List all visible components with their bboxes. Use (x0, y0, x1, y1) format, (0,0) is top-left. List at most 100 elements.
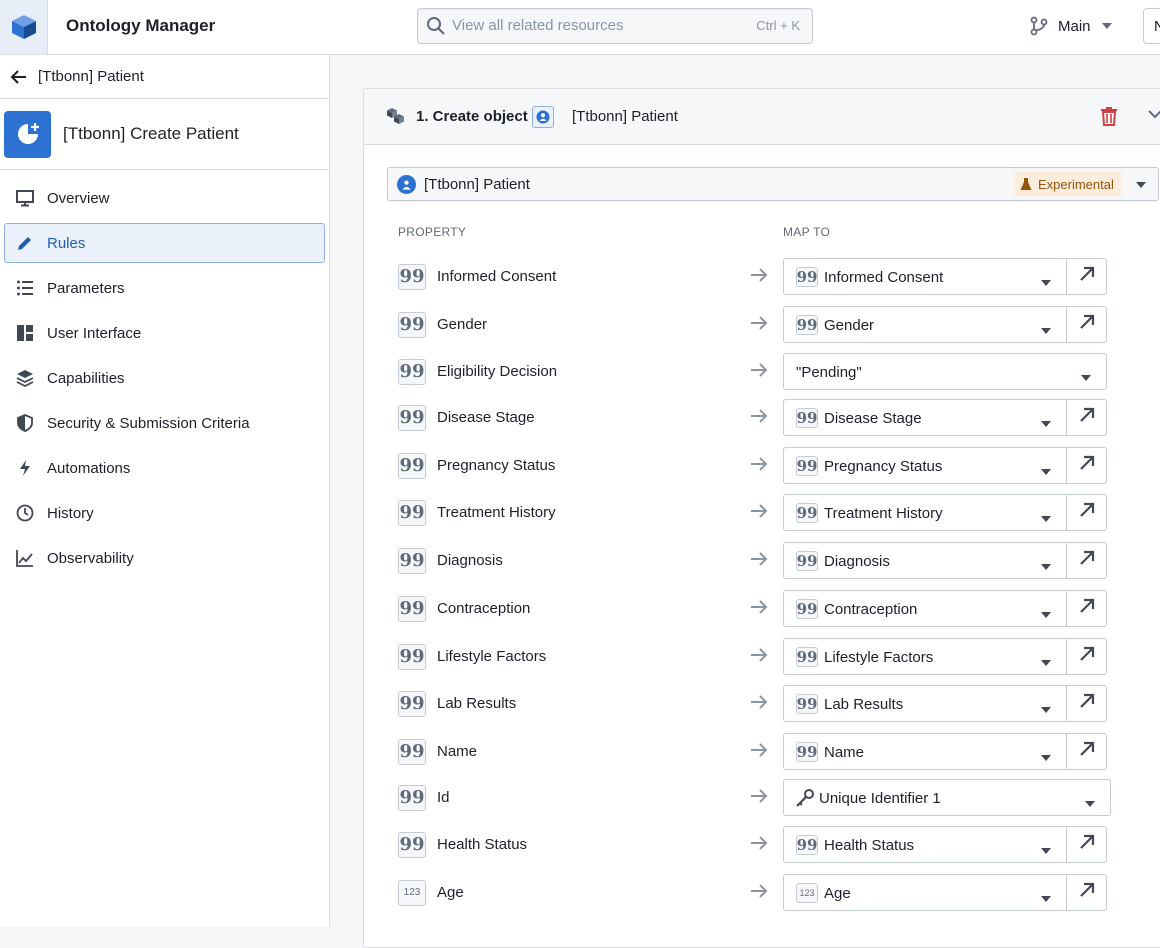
string-type-icon: 99 (398, 644, 426, 670)
map-to-select[interactable]: 99 Pregnancy Status (783, 447, 1066, 484)
arrow-up-right-icon (1079, 550, 1095, 571)
string-type-icon: 99 (796, 835, 818, 855)
property-label: Gender (437, 316, 488, 333)
arrow-right-icon (750, 457, 768, 476)
map-to-value: Gender (824, 317, 875, 334)
open-parameter-button[interactable] (1066, 733, 1107, 770)
open-parameter-button[interactable] (1066, 590, 1107, 627)
map-to-select[interactable]: 99 Contraception (783, 590, 1066, 627)
back-link[interactable]: [Ttbonn] Patient (0, 55, 329, 99)
open-parameter-button[interactable] (1066, 638, 1107, 675)
mapping-row: 99 Informed Consent 99 Informed Consent (364, 256, 1160, 296)
sidebar-item-observability[interactable]: Observability (4, 538, 325, 578)
sidebar-item-capabilities[interactable]: Capabilities (4, 358, 325, 398)
search-box[interactable]: Ctrl + K (417, 8, 813, 44)
open-parameter-button[interactable] (1066, 447, 1107, 484)
chevron-down-icon[interactable] (1148, 109, 1160, 119)
monitor-icon (16, 190, 34, 207)
sidebar-item-label: Capabilities (47, 369, 125, 387)
caret-down-icon (1040, 463, 1052, 481)
caret-down-icon (1136, 182, 1146, 188)
number-type-icon: 123 (398, 880, 426, 906)
string-type-icon: 99 (398, 548, 426, 574)
open-parameter-button[interactable] (1066, 258, 1107, 295)
sidebar-item-label: Parameters (47, 279, 125, 297)
map-to-value: Pregnancy Status (824, 458, 943, 475)
arrow-up-right-icon (1079, 834, 1095, 855)
map-to-select[interactable]: 99 Lab Results (783, 685, 1066, 722)
mapping-row: 99 Pregnancy Status 99 Pregnancy Status (364, 445, 1160, 485)
map-to-select[interactable]: 99 Informed Consent (783, 258, 1066, 295)
open-parameter-button[interactable] (1066, 685, 1107, 722)
rule-step-label: 1. Create object (416, 108, 528, 125)
open-parameter-button[interactable] (1066, 826, 1107, 863)
search-input[interactable] (452, 17, 702, 34)
string-type-icon: 99 (398, 312, 426, 338)
string-type-icon: 99 (398, 405, 426, 431)
branch-label: Main (1058, 17, 1091, 35)
action-title: [Ttbonn] Create Patient (63, 124, 239, 143)
search-shortcut: Ctrl + K (756, 18, 800, 33)
map-to-select[interactable]: Unique Identifier 1 (783, 779, 1111, 816)
map-to-select[interactable]: 99 Gender (783, 306, 1066, 343)
arrow-right-icon (750, 552, 768, 571)
open-parameter-button[interactable] (1066, 874, 1107, 911)
sidebar-item-history[interactable]: History (4, 493, 325, 533)
column-header-property: PROPERTY (398, 225, 467, 239)
map-to-value: Lab Results (824, 696, 904, 713)
trash-icon[interactable] (1100, 106, 1118, 126)
app-logo[interactable] (0, 0, 48, 54)
property-label: Lifestyle Factors (437, 648, 547, 665)
map-to-select[interactable]: 99 Disease Stage (783, 399, 1066, 436)
arrow-up-right-icon (1079, 646, 1095, 667)
map-to-select[interactable]: 99 Name (783, 733, 1066, 770)
caret-down-icon (1040, 701, 1052, 719)
string-type-icon: 99 (398, 832, 426, 858)
map-to-value: Name (824, 744, 865, 761)
open-parameter-button[interactable] (1066, 542, 1107, 579)
arrow-right-icon (750, 789, 768, 808)
open-parameter-button[interactable] (1066, 494, 1107, 531)
map-to-select[interactable]: 99 Treatment History (783, 494, 1066, 531)
main-panel: 1. Create object [Ttbonn] Patient [Ttbon… (330, 55, 1160, 948)
string-type-icon: 99 (796, 742, 818, 762)
caret-down-icon (1040, 606, 1052, 624)
rule-card-header[interactable]: 1. Create object [Ttbonn] Patient (364, 89, 1160, 145)
map-to-select[interactable]: 99 Health Status (783, 826, 1066, 863)
column-header-map-to: MAP TO (783, 225, 831, 239)
caret-down-icon (1040, 558, 1052, 576)
sidebar-item-user-interface[interactable]: User Interface (4, 313, 325, 353)
map-to-select[interactable]: "Pending" (783, 353, 1107, 390)
arrow-right-icon (750, 695, 768, 714)
sidebar-item-parameters[interactable]: Parameters (4, 268, 325, 308)
rule-object-name: [Ttbonn] Patient (572, 108, 678, 125)
map-to-select[interactable]: 99 Lifestyle Factors (783, 638, 1066, 675)
open-parameter-button[interactable] (1066, 399, 1107, 436)
object-type-select[interactable]: [Ttbonn] Patient Experimental (387, 167, 1159, 201)
arrow-up-right-icon (1079, 502, 1095, 523)
sidebar-item-automations[interactable]: Automations (4, 448, 325, 488)
arrow-right-icon (750, 316, 768, 335)
string-type-icon: 99 (398, 264, 426, 290)
sidebar-item-rules[interactable]: Rules (4, 223, 325, 263)
string-type-icon: 99 (398, 739, 426, 765)
sidebar-item-security[interactable]: Security & Submission Criteria (4, 403, 325, 443)
sidebar-item-overview[interactable]: Overview (4, 178, 325, 218)
property-label: Id (437, 789, 450, 806)
map-to-value: Lifestyle Factors (824, 649, 934, 666)
string-type-icon: 99 (398, 785, 426, 811)
caret-down-icon (1101, 23, 1112, 29)
sidebar-nav: Overview Rules Parameters User Interface… (0, 170, 329, 578)
branch-selector[interactable]: Main (1030, 16, 1113, 36)
person-icon (536, 110, 550, 124)
map-to-select[interactable]: 99 Diagnosis (783, 542, 1066, 579)
sidebar-item-label: Observability (47, 549, 134, 567)
header-button-cut[interactable]: N (1143, 8, 1160, 44)
layers-icon (16, 370, 34, 387)
mapping-row: 99 Lifestyle Factors 99 Lifestyle Factor… (364, 636, 1160, 676)
map-to-value: Age (824, 885, 851, 902)
search-icon (427, 17, 445, 35)
arrow-up-right-icon (1079, 314, 1095, 335)
open-parameter-button[interactable] (1066, 306, 1107, 343)
map-to-select[interactable]: 123 Age (783, 874, 1066, 911)
